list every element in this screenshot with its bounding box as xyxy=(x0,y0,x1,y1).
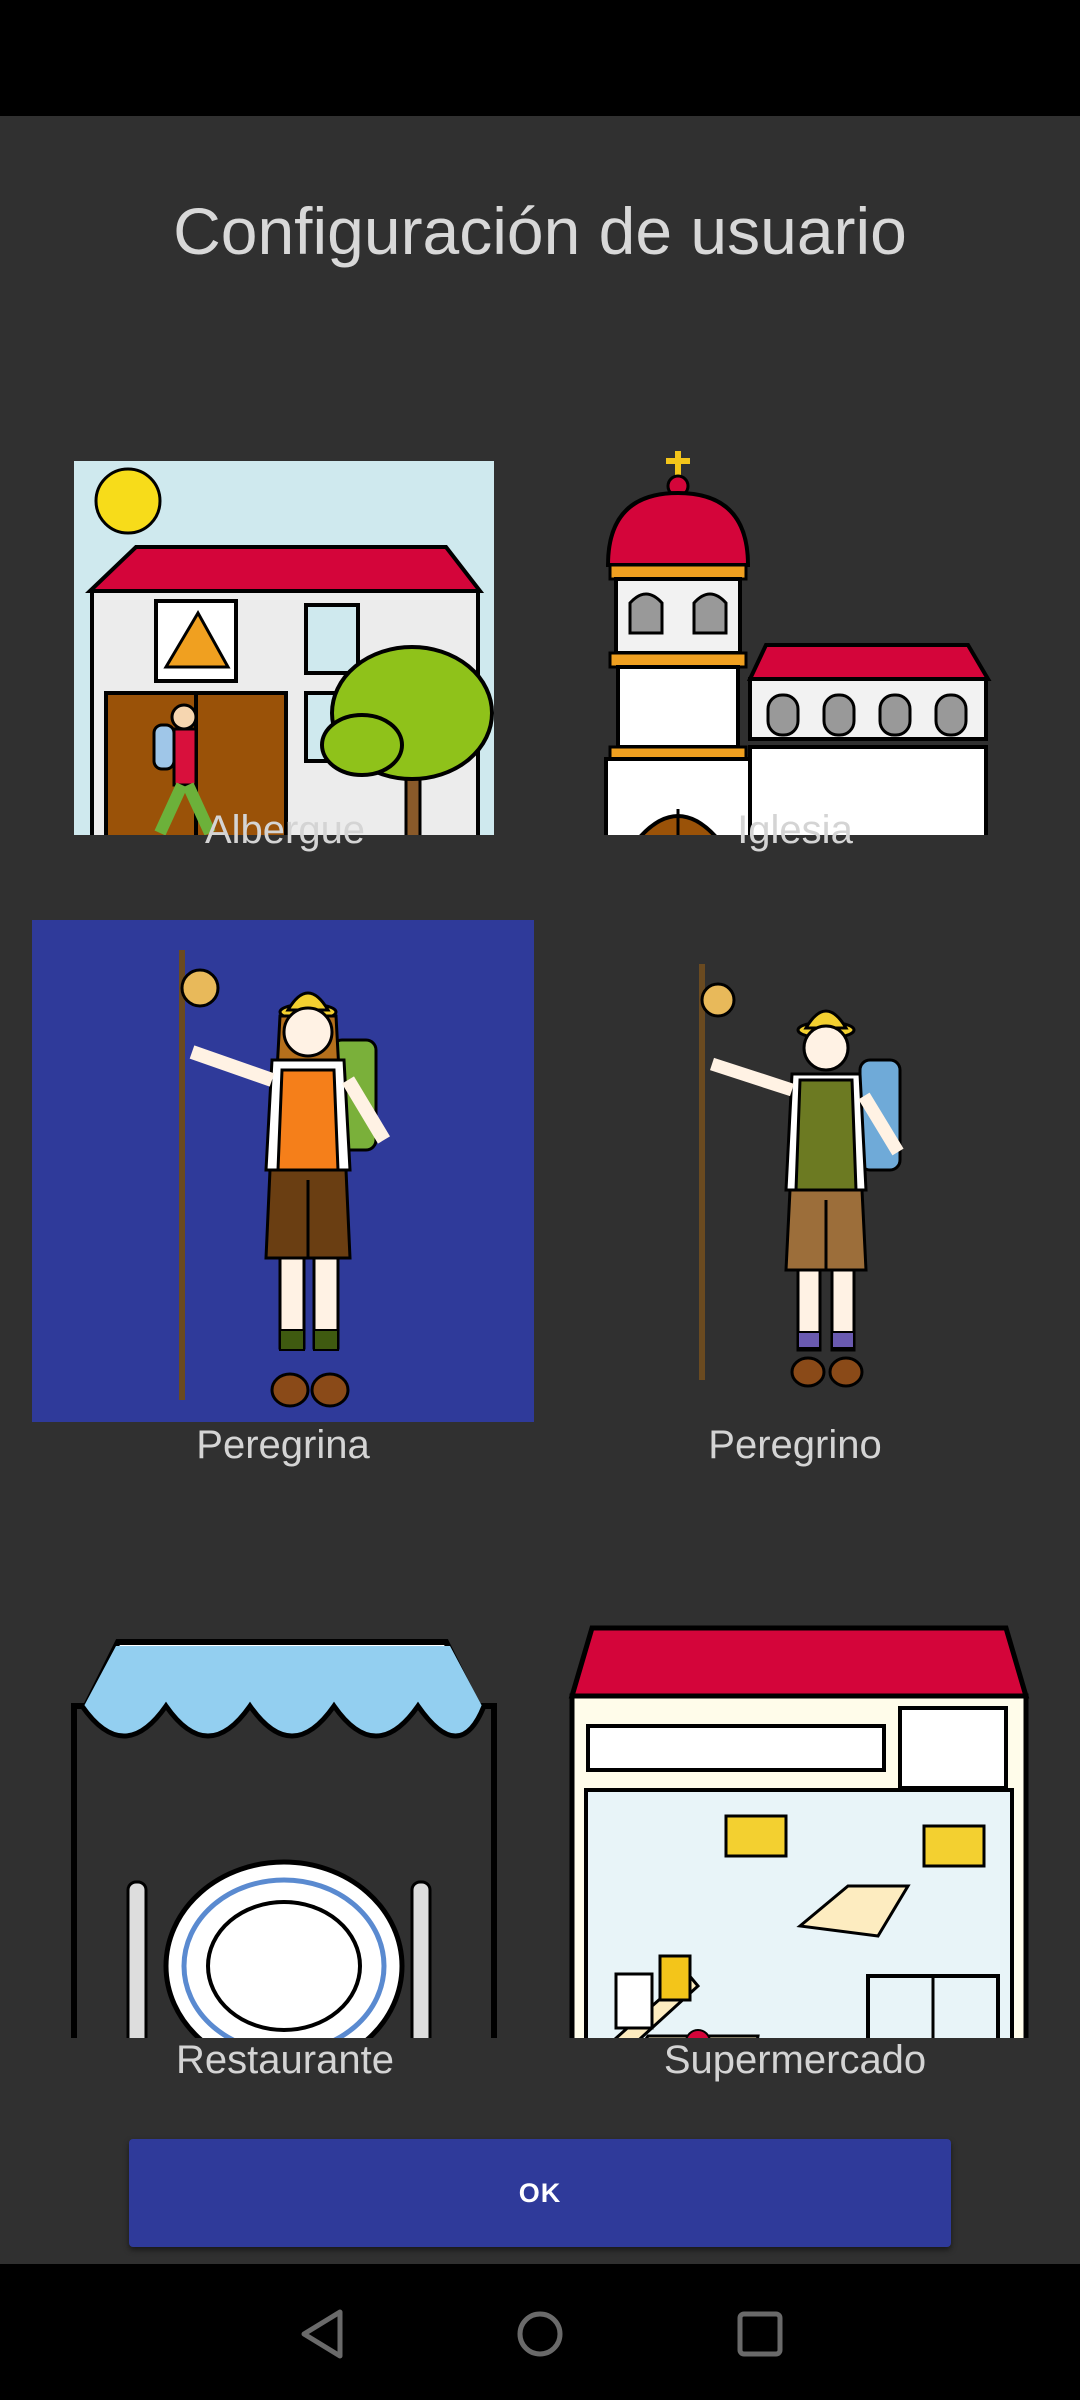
option-iglesia[interactable] xyxy=(548,333,1050,835)
restaurant-icon xyxy=(71,1639,497,2038)
hostel-icon xyxy=(74,461,494,835)
male-pilgrim-icon xyxy=(699,964,904,1388)
option-label: Albergue xyxy=(204,808,366,852)
option-label: Restaurante xyxy=(176,2038,394,2082)
option-label: Peregrina xyxy=(196,1423,370,1467)
church-icon xyxy=(604,451,992,835)
female-pilgrim-icon xyxy=(179,950,391,1408)
back-icon[interactable] xyxy=(296,2306,352,2362)
supermarket-icon xyxy=(568,1625,1030,2038)
dialog-title: Configuración de usuario xyxy=(173,194,907,268)
option-peregrina[interactable] xyxy=(32,920,534,1422)
ok-button[interactable]: OK xyxy=(129,2139,951,2247)
option-peregrino[interactable] xyxy=(548,920,1050,1422)
navigation-bar xyxy=(0,2264,1080,2400)
user-settings-dialog: Configuración de usuario Albergue Iglesi… xyxy=(0,116,1080,2264)
recents-icon[interactable] xyxy=(732,2306,788,2362)
option-supermercado[interactable] xyxy=(548,1536,1050,2038)
status-bar xyxy=(0,0,1080,116)
option-label: Peregrino xyxy=(708,1423,882,1467)
option-restaurante[interactable] xyxy=(32,1536,534,2038)
home-icon[interactable] xyxy=(512,2306,568,2362)
option-albergue[interactable] xyxy=(32,333,534,835)
option-label: Iglesia xyxy=(737,808,853,852)
option-label: Supermercado xyxy=(663,2038,927,2082)
